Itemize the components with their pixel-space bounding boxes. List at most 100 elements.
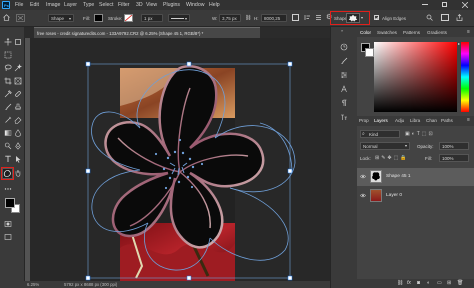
move-tool-icon[interactable] <box>4 38 12 46</box>
stroke-width-input[interactable]: 1 px <box>141 14 163 22</box>
layer-filter-icons[interactable]: ▣◐T⬚⊡ <box>405 131 435 137</box>
path-arrangement-icon[interactable] <box>315 14 322 21</box>
crop-tool-icon[interactable] <box>4 77 12 85</box>
character-panel-icon[interactable] <box>340 113 348 121</box>
eyedropper-tool-icon[interactable] <box>4 90 12 98</box>
gradient-tool-icon[interactable] <box>4 129 12 137</box>
frame-tool-icon[interactable] <box>14 77 22 85</box>
photoshop-logo-icon[interactable]: Ps <box>2 1 10 9</box>
blend-mode-select[interactable]: Normal ▾ <box>360 142 410 150</box>
share-icon[interactable] <box>456 14 463 21</box>
magic-wand-tool-icon[interactable] <box>14 64 22 72</box>
menu-layer[interactable]: Layer <box>64 2 77 8</box>
paragraph-panel-icon[interactable] <box>340 99 348 107</box>
panel-menu-icon[interactable]: ≡ <box>467 29 470 35</box>
screen-mode-icon[interactable] <box>4 233 12 241</box>
layer-filter-select[interactable]: ⌕ Kind <box>360 130 400 138</box>
height-input[interactable]: 8000,25 <box>261 14 287 22</box>
adjustment-layer-icon[interactable]: ◐ <box>427 280 430 286</box>
glyphs-panel-icon[interactable] <box>340 85 348 93</box>
fill-input[interactable]: 100% <box>439 154 469 162</box>
healing-brush-tool-icon[interactable] <box>14 90 22 98</box>
opacity-input[interactable]: 100% <box>439 142 469 150</box>
tab-paths[interactable]: Paths <box>441 118 453 123</box>
document-tab[interactable]: free roses - credit signaturedits.com - … <box>34 27 260 38</box>
menu-filter[interactable]: Filter <box>118 2 130 8</box>
menu-plugins[interactable]: Plugins <box>163 2 180 8</box>
collapse-panels-icon[interactable]: » <box>341 28 343 33</box>
tab-channels[interactable]: Chan <box>426 118 437 123</box>
tab-properties[interactable]: Prop <box>359 118 369 123</box>
link-layers-icon[interactable]: ⛓ <box>397 280 403 286</box>
tab-color[interactable]: Color <box>360 30 371 35</box>
menu-help[interactable]: Help <box>209 2 220 8</box>
add-mask-icon[interactable]: ◙ <box>417 280 420 286</box>
menu-image[interactable]: Image <box>46 2 60 8</box>
new-layer-icon[interactable]: ⊞ <box>447 280 451 286</box>
foreground-color-swatch[interactable] <box>5 198 15 208</box>
layer-style-icon[interactable]: fx <box>407 280 411 286</box>
menu-3d[interactable]: 3D <box>136 2 143 8</box>
status-zoom[interactable]: 6.25% <box>27 282 39 287</box>
canvas-area[interactable] <box>30 38 330 281</box>
tab-gradients[interactable]: Gradients <box>427 30 447 35</box>
layer-row[interactable]: Layer 0 <box>357 187 474 205</box>
path-selection-tool-icon[interactable] <box>14 155 22 163</box>
history-panel-icon[interactable] <box>340 43 348 51</box>
lock-icons[interactable]: ⊞✎✥⬚🔒 <box>375 155 409 161</box>
tab-patterns[interactable]: Patterns <box>403 30 420 35</box>
fill-swatch[interactable] <box>94 14 103 22</box>
tab-adjustments[interactable]: Adju <box>395 118 404 123</box>
stroke-swatch[interactable] <box>124 14 133 22</box>
quick-mask-icon[interactable] <box>4 220 12 228</box>
search-icon[interactable] <box>426 14 433 21</box>
tab-libraries[interactable]: Libra <box>410 118 420 123</box>
brush-settings-panel-icon[interactable] <box>340 57 348 65</box>
tool-preset-icon[interactable] <box>16 14 25 22</box>
brush-tool-icon[interactable] <box>4 103 12 111</box>
minimize-icon[interactable] <box>422 4 428 5</box>
document-canvas[interactable] <box>30 38 330 281</box>
close-icon[interactable] <box>462 2 468 8</box>
eraser-tool-icon[interactable] <box>14 116 22 124</box>
hand-tool-icon[interactable] <box>14 169 22 177</box>
workspace-icon[interactable] <box>441 14 449 21</box>
maximize-icon[interactable] <box>442 2 447 7</box>
tab-swatches[interactable]: Swatches <box>377 30 397 35</box>
home-icon[interactable] <box>3 14 10 21</box>
hue-slider-handle-icon[interactable]: ▸ <box>458 41 460 46</box>
menu-type[interactable]: Type <box>83 2 94 8</box>
pen-tool-icon[interactable] <box>14 142 22 150</box>
more-tools-icon[interactable] <box>4 185 12 193</box>
path-operations-icon[interactable] <box>292 14 299 21</box>
lasso-tool-icon[interactable] <box>4 64 12 72</box>
history-brush-tool-icon[interactable] <box>4 116 12 124</box>
hue-slider[interactable] <box>461 42 469 112</box>
align-edges-checkbox[interactable] <box>374 15 379 20</box>
shape-mode-select[interactable]: Shape ▾ <box>48 14 74 22</box>
link-icon[interactable]: ⛓ <box>245 15 251 21</box>
menu-file[interactable]: File <box>15 2 23 8</box>
color-picker-field[interactable] <box>374 42 457 112</box>
menu-edit[interactable]: Edit <box>30 2 39 8</box>
menu-select[interactable]: Select <box>99 2 113 8</box>
stroke-type-select[interactable]: ▾ <box>168 14 190 22</box>
menu-view[interactable]: View <box>146 2 157 8</box>
artboard-tool-icon[interactable] <box>14 38 22 46</box>
eye-icon[interactable] <box>360 193 366 198</box>
color-bg-swatch[interactable] <box>365 48 374 57</box>
dodge-tool-icon[interactable] <box>4 142 12 150</box>
blur-tool-icon[interactable] <box>14 129 22 137</box>
marquee-tool-icon[interactable] <box>4 51 12 59</box>
layer-row[interactable]: Shape 45 1 <box>357 168 474 186</box>
eye-icon[interactable] <box>360 174 366 179</box>
menu-window[interactable]: Window <box>186 2 204 8</box>
trash-icon[interactable]: 🗑 <box>457 280 463 286</box>
width-input[interactable]: 3,75 px <box>219 14 241 22</box>
clone-stamp-tool-icon[interactable] <box>14 103 22 111</box>
type-tool-icon[interactable] <box>4 155 12 163</box>
properties-panel-icon[interactable] <box>340 71 348 79</box>
path-alignment-icon[interactable] <box>304 14 311 21</box>
panel-menu-icon[interactable]: ≡ <box>467 117 470 123</box>
tab-layers[interactable]: Layers <box>374 118 388 123</box>
